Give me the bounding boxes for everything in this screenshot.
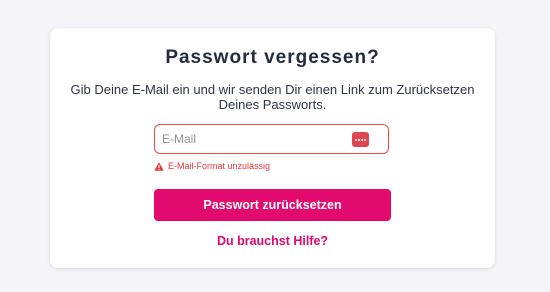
instruction-text: Gib Deine E-Mail ein und wir senden Dir … xyxy=(70,82,475,112)
warning-triangle-icon xyxy=(154,161,164,171)
reset-password-button[interactable]: Passwort zurücksetzen xyxy=(154,189,391,221)
page-title: Passwort vergessen? xyxy=(165,47,380,68)
help-link[interactable]: Du brauchst Hilfe? xyxy=(50,234,495,248)
email-field[interactable] xyxy=(162,125,342,153)
reset-password-card: Passwort vergessen? Gib Deine E-Mail ein… xyxy=(50,28,495,268)
email-field-wrapper xyxy=(154,124,389,154)
password-dots-icon[interactable] xyxy=(352,132,369,147)
email-error-message: E-Mail-Format unzulässig xyxy=(154,161,270,171)
error-text: E-Mail-Format unzulässig xyxy=(168,161,271,171)
